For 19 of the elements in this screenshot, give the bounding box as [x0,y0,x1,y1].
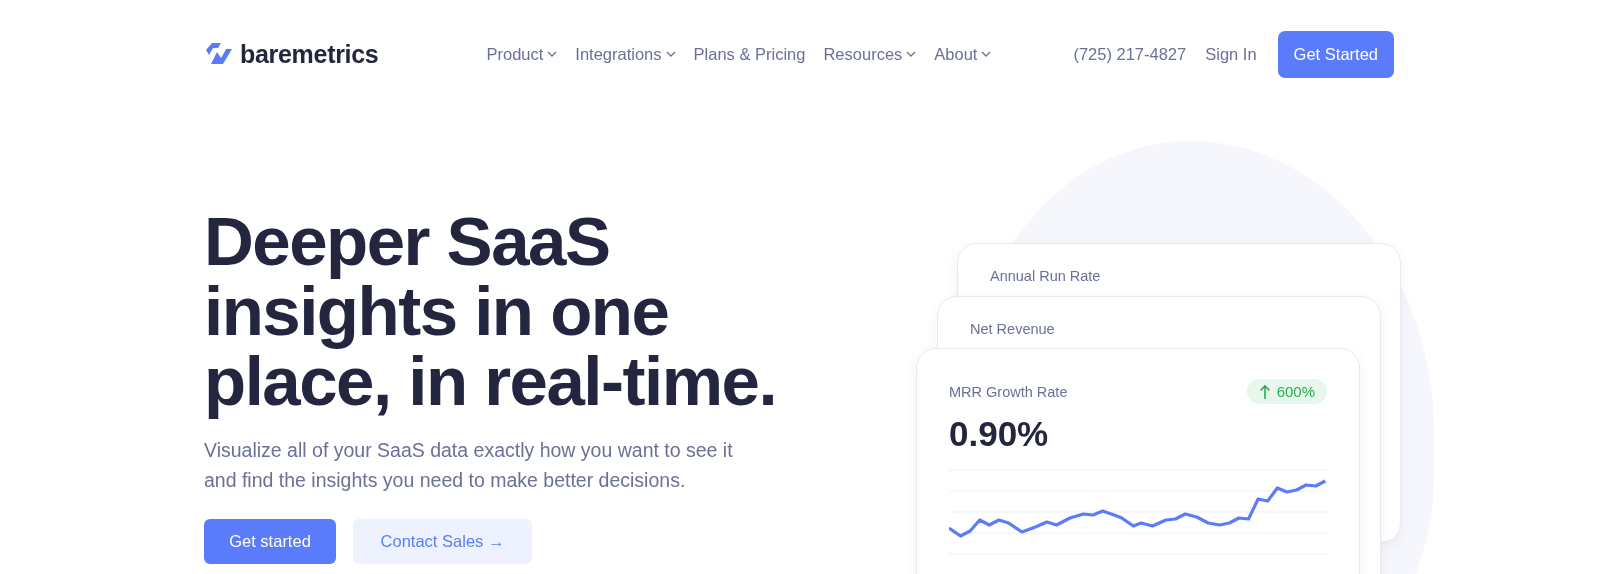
nav-link[interactable]: Product [486,44,558,64]
nav-link[interactable]: About [934,44,992,64]
nav-link[interactable]: Plans & Pricing [693,44,806,64]
sign-in-link[interactable]: Sign In [1205,44,1257,64]
hero-heading: Deeper SaaS insights in one place, in real-time. [204,207,778,421]
phone-link[interactable]: (725) 217-4827 [1073,44,1187,64]
metric-title: Net Revenue [970,321,1055,337]
get-started-button[interactable]: Get started [204,519,336,564]
metric-title: Annual Run Rate [990,268,1101,284]
nav-link[interactable]: Integrations [575,44,676,64]
contact-sales-button[interactable]: Contact Sales → [353,519,532,564]
metric-title: MRR Growth Rate [949,383,1068,400]
logo-icon [204,42,232,66]
hero-subtitle: Visualize all of your SaaS data exactly how you want to see it and find the insights you need to make better decisions. [204,438,734,493]
logo-link[interactable]: baremetrics [204,39,379,69]
get-started-button[interactable]: Get Started [1277,30,1394,78]
change-badge: 600% [1246,379,1327,404]
metric-value: 0.90% [949,414,1050,454]
nav-link[interactable]: Resources [823,44,917,64]
